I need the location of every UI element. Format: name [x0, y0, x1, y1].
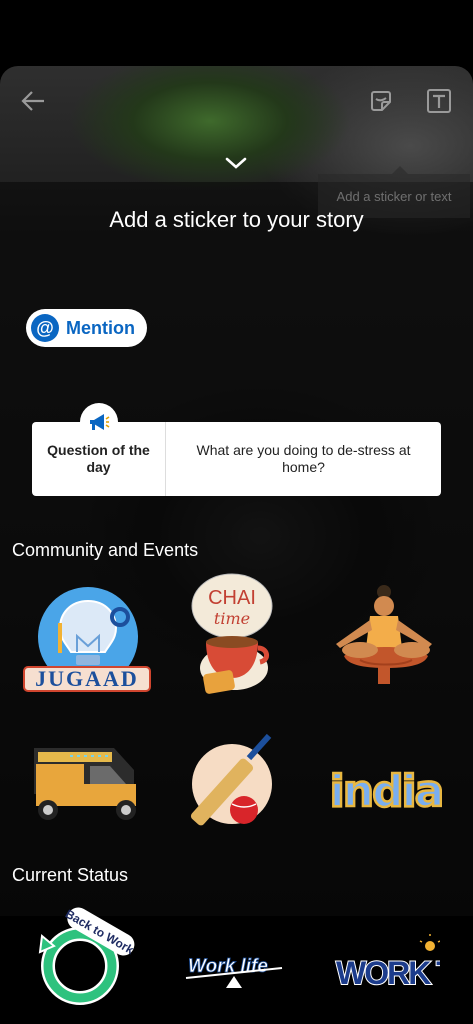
section-title-current-status: Current Status — [12, 865, 129, 885]
section-title-community: Community and Events — [12, 540, 199, 560]
megaphone-icon — [80, 403, 118, 441]
cricket-sticker[interactable] — [180, 732, 280, 836]
mention-sticker[interactable]: @ Mention — [26, 309, 147, 347]
yoga-sticker[interactable] — [330, 582, 442, 690]
auto-rickshaw-sticker[interactable] — [30, 744, 144, 826]
jugaad-sticker[interactable]: JUGAAD — [22, 585, 152, 695]
work-life-sticker[interactable]: Work life — [184, 944, 288, 992]
sticker-icon — [371, 91, 391, 111]
india-label: india — [330, 766, 442, 817]
chai-time-sticker[interactable]: CHAI time — [188, 572, 280, 696]
text-button[interactable] — [424, 86, 454, 116]
back-to-work-sticker[interactable]: Back to Work — [30, 906, 142, 1010]
work-tip-label: WORK TIP — [336, 955, 440, 991]
sticker-button[interactable] — [366, 86, 396, 116]
arrow-left-icon — [21, 91, 44, 111]
sheet-title: Add a sticker to your story — [109, 207, 364, 232]
at-icon: @ — [31, 314, 59, 342]
mention-label: Mention — [66, 317, 135, 338]
question-prompt: What are you doing to de-stress at home? — [196, 442, 411, 475]
text-icon — [427, 89, 451, 113]
india-sticker[interactable]: india — [330, 762, 442, 818]
back-button[interactable] — [18, 86, 48, 116]
jugaad-label: JUGAAD — [35, 666, 139, 691]
time-label: time — [214, 609, 250, 628]
chai-label: CHAI — [208, 587, 256, 609]
work-tip-sticker[interactable]: WORK TIP — [334, 934, 440, 992]
chevron-down-icon[interactable] — [222, 153, 250, 173]
